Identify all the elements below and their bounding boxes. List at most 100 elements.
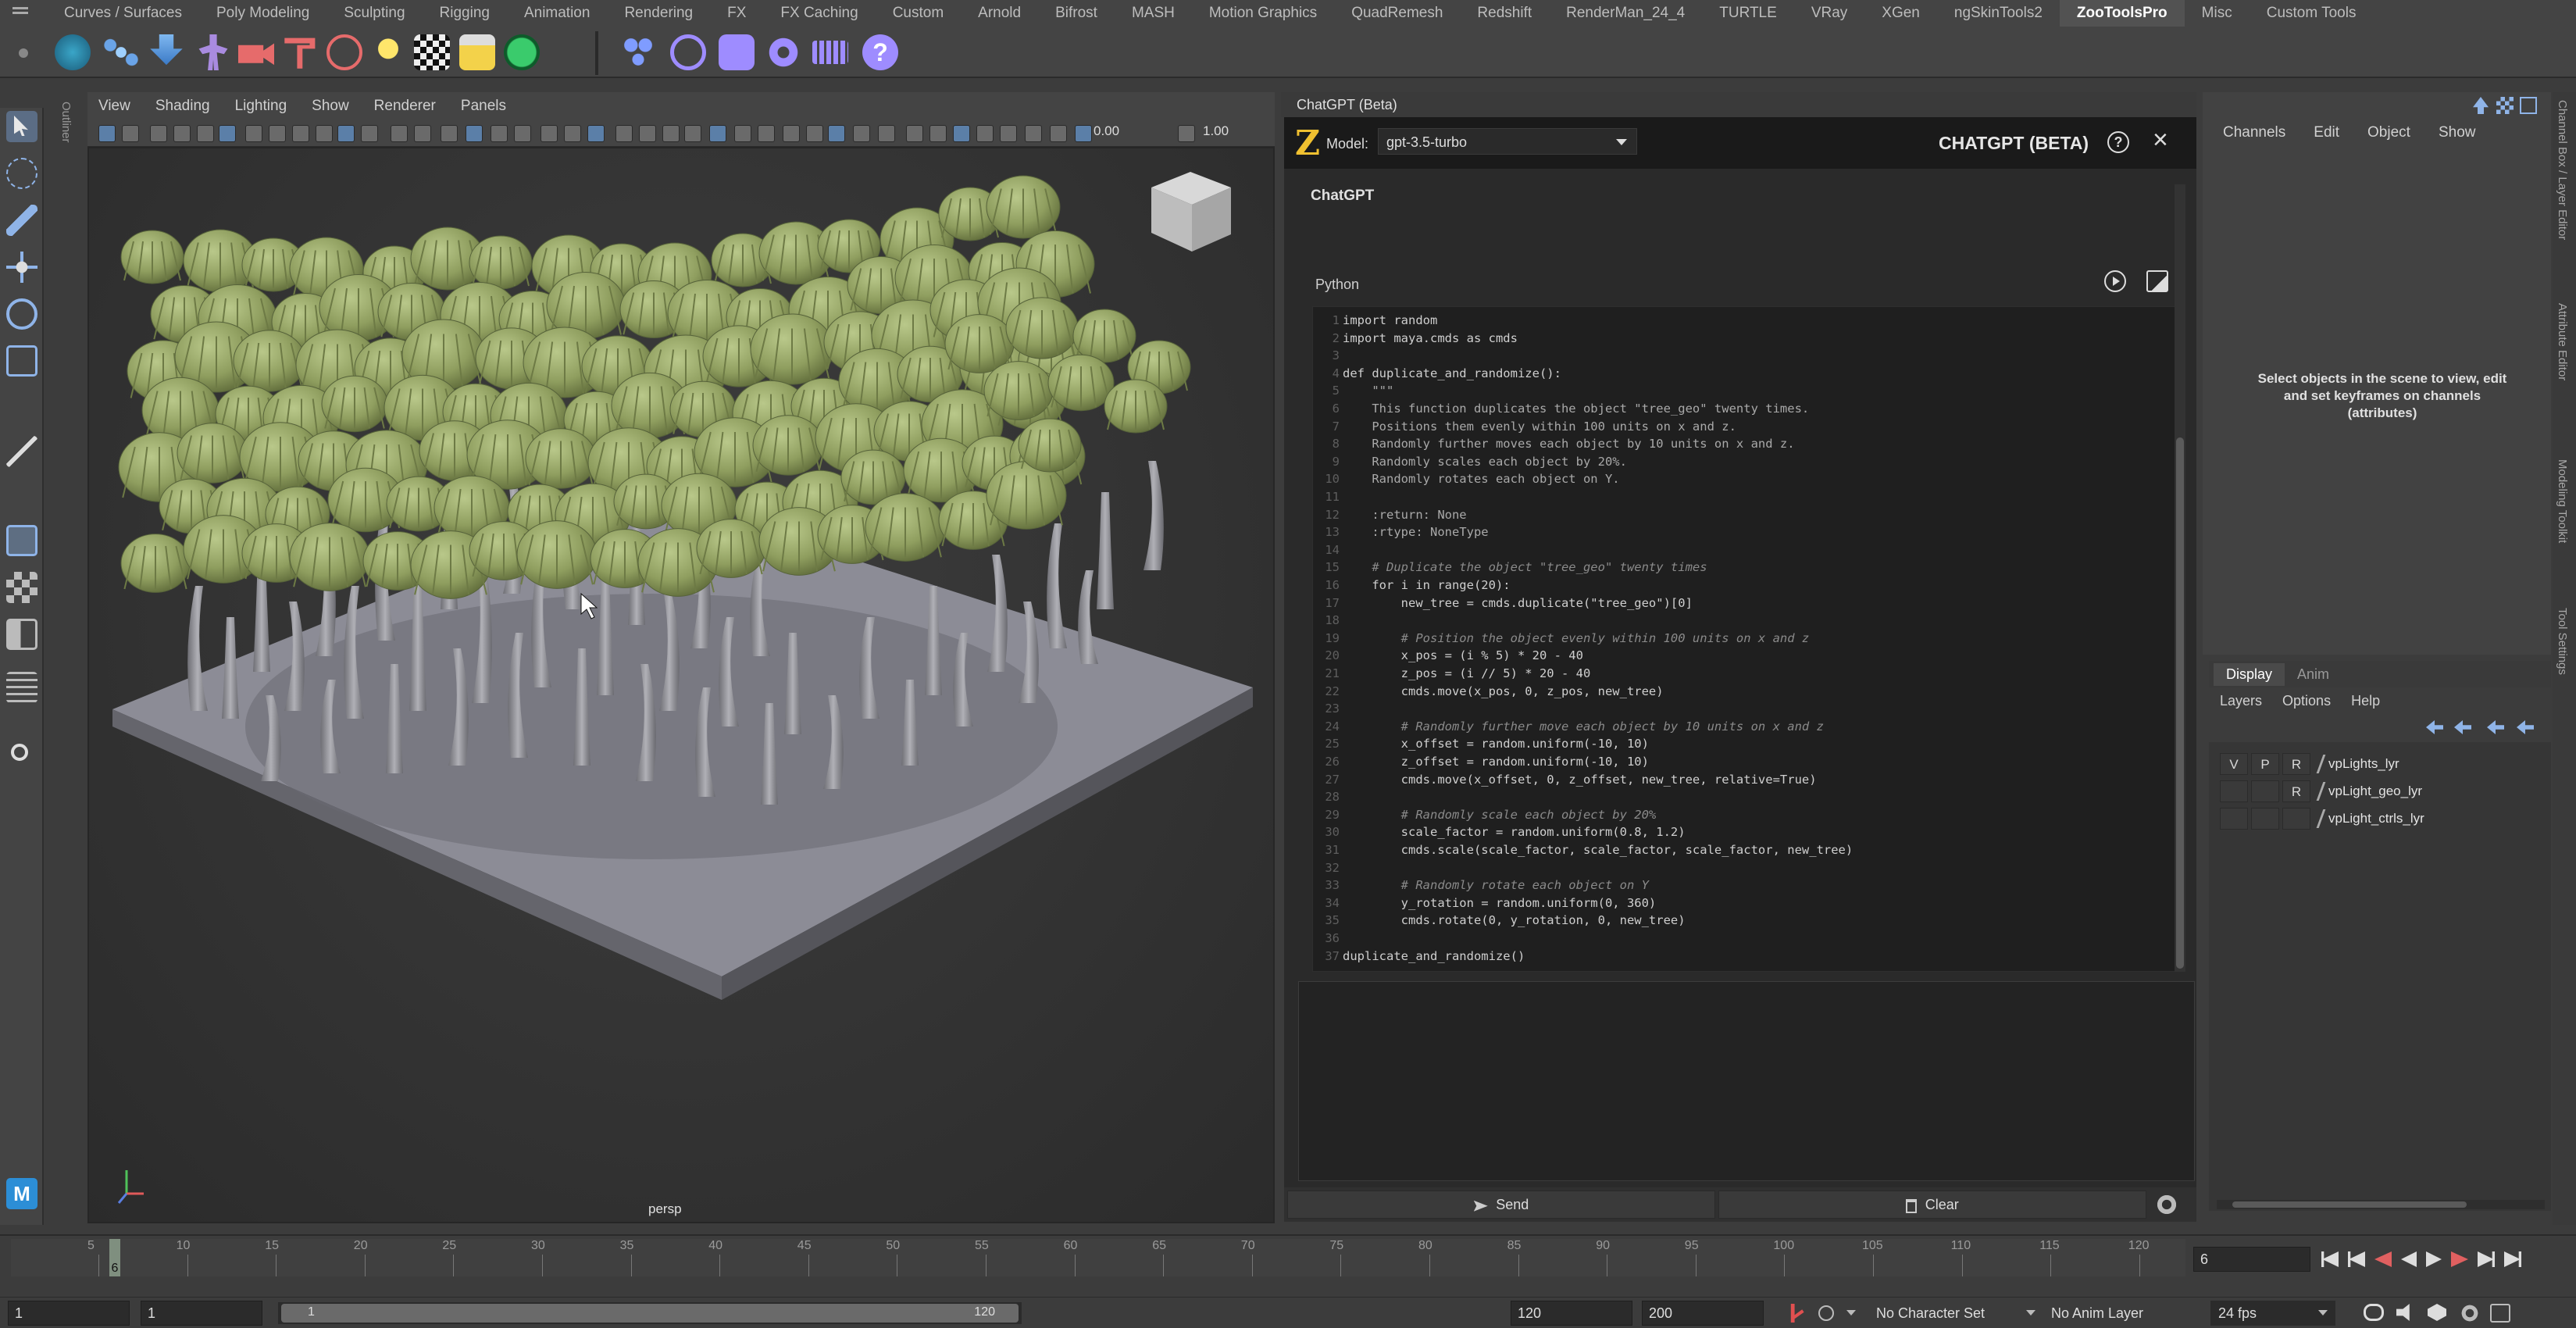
side-tab-modeling-toolkit[interactable]: Modeling Toolkit <box>2556 459 2569 543</box>
viewport-tool-icon[interactable] <box>219 125 236 142</box>
viewport-menu-view[interactable]: View <box>98 98 130 115</box>
layer-row[interactable]: V P RvpLights_lyr <box>2220 751 2548 776</box>
viewport-tool-icon[interactable] <box>173 125 191 142</box>
step-forward-key-icon[interactable] <box>2478 1251 2495 1267</box>
viewport-tool-icon[interactable] <box>441 125 458 142</box>
shelf-tab-sculpting[interactable]: Sculpting <box>326 0 422 27</box>
layer-tab-display[interactable]: Display <box>2214 662 2285 686</box>
time-slider[interactable]: 6 5 10 15 20 25 30 35 40 45 50 55 60 65 70 75 80 85 90 95 1… <box>0 1234 2576 1280</box>
key-prefs-icon[interactable] <box>1818 1305 1834 1321</box>
layer-reference-toggle[interactable] <box>2282 808 2310 830</box>
viewport-tool-icon[interactable] <box>122 125 139 142</box>
single-view-icon[interactable] <box>6 525 37 556</box>
viewport-tool-icon[interactable] <box>391 125 408 142</box>
viewport-tool-icon[interactable] <box>639 125 656 142</box>
layer-playback-toggle[interactable]: P <box>2251 753 2279 775</box>
viewport-menu-renderer[interactable]: Renderer <box>374 98 436 115</box>
script-editor-icon[interactable] <box>2490 1304 2510 1323</box>
character-icon[interactable] <box>198 34 228 70</box>
layer-row[interactable]: vpLight_ctrls_lyr <box>2220 806 2548 831</box>
shelf-tab-fx[interactable]: FX <box>710 0 763 27</box>
viewport-tool-icon[interactable] <box>662 125 680 142</box>
viewport-tool-icon[interactable] <box>98 125 116 142</box>
viewport-tool-icon[interactable] <box>878 125 895 142</box>
shelf-tab-misc[interactable]: Misc <box>2185 0 2250 27</box>
viewport-tool-icon[interactable] <box>1050 125 1067 142</box>
layer-color-swatch[interactable] <box>2316 809 2326 828</box>
range-start-field[interactable]: 1 <box>8 1301 130 1326</box>
viewport-tool-icon[interactable] <box>615 125 633 142</box>
model-select[interactable]: gpt-3.5-turbo <box>1378 128 1637 155</box>
viewport-tool-icon[interactable] <box>361 125 378 142</box>
paint-roller-icon[interactable] <box>284 37 316 69</box>
viewport-tool-icon[interactable] <box>709 125 726 142</box>
view-cube[interactable] <box>1151 172 1231 252</box>
layer-color-swatch[interactable] <box>2316 755 2326 773</box>
help-icon[interactable]: ? <box>2107 131 2129 153</box>
rotate-tool-icon[interactable] <box>6 298 37 330</box>
layer-row[interactable]: RvpLight_geo_lyr <box>2220 779 2548 804</box>
channel-box-toolbar-icon-2[interactable] <box>2496 97 2514 114</box>
chat-scrollbar-thumb[interactable] <box>2176 437 2184 969</box>
move-tool-icon[interactable] <box>6 252 37 283</box>
viewport-tool-icon[interactable] <box>734 125 751 142</box>
lasso-tool-icon[interactable] <box>6 158 37 189</box>
shelf-tab-mash[interactable]: MASH <box>1115 0 1192 27</box>
layer-visibility-toggle[interactable] <box>2220 808 2248 830</box>
vp-value-2[interactable]: 1.00 <box>1203 123 1229 139</box>
viewport-tool-icon[interactable] <box>1025 125 1042 142</box>
shelf-tab-vray[interactable]: VRay <box>1794 0 1864 27</box>
paint-select-tool-icon[interactable] <box>6 205 37 236</box>
viewport-menu-panels[interactable]: Panels <box>461 98 506 115</box>
audio-icon[interactable] <box>2396 1304 2410 1321</box>
step-back-frame-icon[interactable] <box>2374 1251 2392 1267</box>
character-set-select[interactable]: No Character Set <box>1846 1301 2018 1326</box>
fps-select[interactable]: 24 fps <box>2210 1301 2335 1326</box>
viewport-tool-icon[interactable] <box>853 125 870 142</box>
shelf-tab-animation[interactable]: Animation <box>507 0 608 27</box>
zoo-sync-icon[interactable] <box>719 34 755 70</box>
3d-viewport[interactable] <box>87 147 1275 1223</box>
channel-box-menu-show[interactable]: Show <box>2439 124 2476 141</box>
layer-visibility-toggle[interactable]: V <box>2220 753 2248 775</box>
layer-visibility-toggle[interactable] <box>2220 780 2248 802</box>
go-to-end-icon[interactable] <box>2504 1251 2521 1267</box>
current-frame-field[interactable]: 6 <box>2193 1247 2310 1272</box>
viewport-tool-icon[interactable] <box>587 125 605 142</box>
shelf-tab-renderman-24-4[interactable]: RenderMan_24_4 <box>1549 0 1702 27</box>
nodes-icon[interactable] <box>103 34 139 70</box>
viewport-tool-icon[interactable] <box>564 125 581 142</box>
viewport-tool-icon[interactable] <box>906 125 923 142</box>
two-view-icon[interactable] <box>6 619 37 650</box>
layer-color-swatch[interactable] <box>2316 782 2326 801</box>
viewport-tool-icon[interactable] <box>491 125 508 142</box>
shelf-tab-bifrost[interactable]: Bifrost <box>1038 0 1115 27</box>
viewport-tool-icon[interactable] <box>976 125 994 142</box>
play-backward-icon[interactable] <box>2401 1251 2417 1267</box>
auto-key-icon[interactable] <box>1790 1304 1804 1323</box>
viewport-tool-icon[interactable] <box>337 125 355 142</box>
range-end-field[interactable]: 200 <box>1642 1301 1764 1326</box>
anim-prefs-icon[interactable] <box>2428 1304 2446 1321</box>
shelf-tab-ngskintools2[interactable]: ngSkinTools2 <box>1937 0 2060 27</box>
shelf-tab-curves-surfaces[interactable]: Curves / Surfaces <box>47 0 199 27</box>
viewport-tool-icon[interactable] <box>269 125 286 142</box>
viewport-tool-icon[interactable] <box>1178 125 1195 142</box>
channel-box-menu-edit[interactable]: Edit <box>2314 124 2339 141</box>
outliner-side-label[interactable]: Outliner <box>59 102 73 143</box>
viewport-tool-icon[interactable] <box>684 125 701 142</box>
shelf-tab-fx-caching[interactable]: FX Caching <box>763 0 875 27</box>
camera-icon[interactable] <box>238 43 274 66</box>
settings-gear-icon[interactable] <box>2156 1194 2178 1216</box>
channel-box-menu-object[interactable]: Object <box>2367 124 2410 141</box>
zoo-gear-icon[interactable] <box>765 34 801 70</box>
vp-value-1[interactable]: 0.00 <box>1094 123 1119 139</box>
viewport-tool-icon[interactable] <box>806 125 823 142</box>
anim-layer-select[interactable]: No Anim Layer <box>2026 1301 2198 1326</box>
zoo-keyboard-icon[interactable] <box>812 41 848 64</box>
shelf-tab-motion-graphics[interactable]: Motion Graphics <box>1192 0 1334 27</box>
step-back-key-icon[interactable] <box>2348 1251 2365 1267</box>
channel-box-menu-channels[interactable]: Channels <box>2223 124 2285 141</box>
viewport-tool-icon[interactable] <box>514 125 531 142</box>
shelf-tab-custom-tools[interactable]: Custom Tools <box>2250 0 2374 27</box>
